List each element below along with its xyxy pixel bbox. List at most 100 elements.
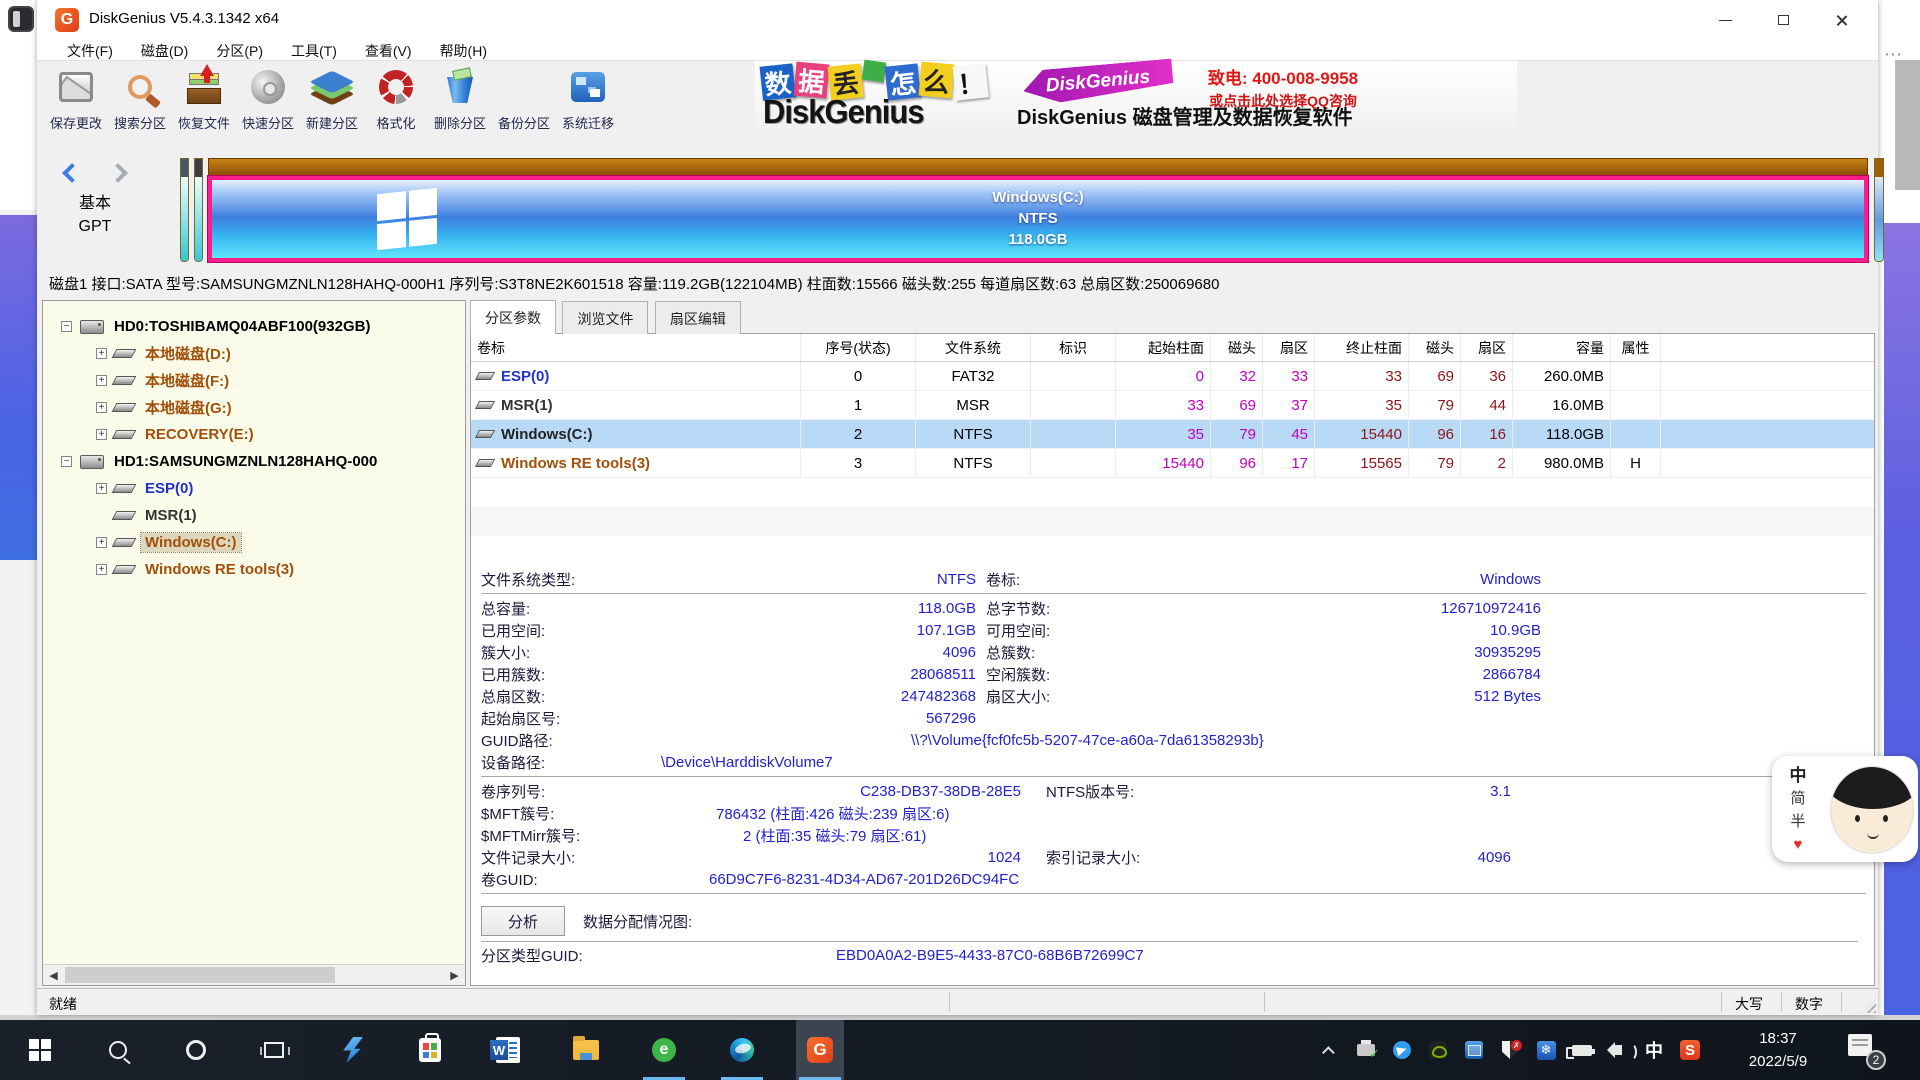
menu-tools[interactable]: 工具(T) <box>277 40 351 60</box>
tray-360[interactable]: ❄ <box>1529 1020 1563 1080</box>
tree-item[interactable]: +ESP(0) <box>43 475 465 502</box>
tray-volume[interactable] <box>1601 1020 1635 1080</box>
column-header[interactable]: 卷标 <box>471 334 801 361</box>
tree-item[interactable]: +本地磁盘(G:) <box>43 394 465 421</box>
format-button[interactable]: 格式化 <box>365 65 427 149</box>
column-header[interactable]: 扇区 <box>1461 334 1513 361</box>
menu-file[interactable]: 文件(F) <box>53 40 127 60</box>
tree-item[interactable]: +本地磁盘(D:) <box>43 340 465 367</box>
collapse-icon[interactable]: − <box>61 321 72 332</box>
partition-icon <box>112 484 137 493</box>
expand-icon[interactable]: + <box>96 537 107 548</box>
tab-browse-files[interactable]: 浏览文件 <box>562 301 648 334</box>
tray-messenger[interactable] <box>1385 1020 1419 1080</box>
tree-item[interactable]: +Windows RE tools(3) <box>43 556 465 583</box>
start-button[interactable] <box>16 1020 64 1080</box>
cortana-button[interactable] <box>172 1020 220 1080</box>
column-header[interactable]: 扇区 <box>1263 334 1315 361</box>
column-header[interactable]: 磁头 <box>1211 334 1263 361</box>
table-row[interactable]: MSR(1)1MSR33693735794416.0MB <box>471 391 1874 420</box>
quick-partition-button[interactable]: 快速分区 <box>237 65 299 149</box>
tree-item[interactable]: +RECOVERY(E:) <box>43 421 465 448</box>
action-center-button[interactable]: 2 <box>1848 1034 1878 1064</box>
tree-horizontal-scrollbar[interactable]: ◀ ▶ <box>43 964 465 985</box>
new-partition-button[interactable]: 新建分区 <box>301 65 363 149</box>
scroll-right-icon[interactable]: ▶ <box>444 965 465 985</box>
expand-icon[interactable]: + <box>96 348 107 359</box>
taskbar-clock[interactable]: 18:37 2022/5/9 <box>1726 1027 1830 1073</box>
thunder-app-button[interactable] <box>328 1020 376 1080</box>
tray-printer[interactable] <box>1349 1020 1383 1080</box>
maximize-button[interactable] <box>1754 0 1812 40</box>
prev-disk-icon[interactable] <box>62 163 82 183</box>
ime-halfwidth-toggle[interactable]: 半 <box>1786 810 1810 833</box>
tray-ime-mode[interactable]: 中 <box>1637 1020 1671 1080</box>
tree-item[interactable]: −HD1:SAMSUNGMZNLN128HAHQ-000 <box>43 448 465 475</box>
menu-disk[interactable]: 磁盘(D) <box>127 40 202 60</box>
tray-intel-graphics[interactable] <box>1457 1020 1491 1080</box>
menu-help[interactable]: 帮助(H) <box>426 40 501 60</box>
save-changes-button[interactable]: 保存更改 <box>45 65 107 149</box>
detail-value: 512 Bytes <box>1221 688 1541 705</box>
tree-item[interactable]: +本地磁盘(F:) <box>43 367 465 394</box>
column-header[interactable]: 文件系统 <box>916 334 1031 361</box>
diskgenius-taskbar-button[interactable]: G <box>796 1020 844 1080</box>
partition-block-msr[interactable] <box>194 158 203 262</box>
recover-files-button[interactable]: 恢复文件 <box>173 65 235 149</box>
expand-icon[interactable]: + <box>96 483 107 494</box>
tree-item[interactable]: MSR(1) <box>43 502 465 529</box>
menu-view[interactable]: 查看(V) <box>351 40 426 60</box>
table-row[interactable]: Windows(C:)2NTFS357945154409616118.0GB <box>471 420 1874 449</box>
tray-security[interactable]: ✗ <box>1493 1020 1527 1080</box>
table-row[interactable]: ESP(0)0FAT3203233336936260.0MB <box>471 362 1874 391</box>
ime-mascot-avatar[interactable] <box>1830 766 1914 854</box>
expand-icon[interactable]: + <box>96 375 107 386</box>
column-header[interactable]: 属性 <box>1611 334 1661 361</box>
tray-battery[interactable] <box>1565 1020 1599 1080</box>
word-button[interactable] <box>484 1020 532 1080</box>
partition-block-re-tools[interactable] <box>1874 158 1884 262</box>
file-explorer-button[interactable] <box>562 1020 610 1080</box>
table-row[interactable]: Windows RE tools(3)3NTFS1544096171556579… <box>471 449 1874 478</box>
tree-item[interactable]: −HD0:TOSHIBAMQ04ABF100(932GB) <box>43 313 465 340</box>
column-header[interactable]: 终止柱面 <box>1315 334 1409 361</box>
search-partition-button[interactable]: 搜索分区 <box>109 65 171 149</box>
ime-favorite-icon[interactable]: ♥ <box>1786 833 1810 856</box>
tab-sector-edit[interactable]: 扇区编辑 <box>655 301 741 334</box>
expand-icon[interactable]: + <box>96 429 107 440</box>
taskbar-search-button[interactable] <box>94 1020 142 1080</box>
tray-expand-button[interactable] <box>1313 1020 1347 1080</box>
expand-icon[interactable]: + <box>96 402 107 413</box>
ad-banner[interactable]: 数据丢怎么！ DiskGenius 致电: 400-008-9958 或点击此处… <box>755 61 1517 128</box>
column-header[interactable]: 起始柱面 <box>1116 334 1211 361</box>
ime-simplified-toggle[interactable]: 简 <box>1786 787 1810 810</box>
browser-360-button[interactable]: e <box>640 1020 688 1080</box>
tab-partition-parameters[interactable]: 分区参数 <box>470 300 556 334</box>
task-view-button[interactable] <box>250 1020 298 1080</box>
tree-item[interactable]: +Windows(C:) <box>43 529 465 556</box>
tray-sogou[interactable]: S <box>1673 1020 1707 1080</box>
menu-partition[interactable]: 分区(P) <box>202 40 277 60</box>
backup-partition-button[interactable]: 备份分区 <box>493 65 555 149</box>
system-migration-button[interactable]: 系统迁移 <box>557 65 619 149</box>
column-header[interactable]: 磁头 <box>1409 334 1461 361</box>
close-button[interactable] <box>1812 0 1870 40</box>
column-header[interactable]: 容量 <box>1513 334 1611 361</box>
column-header[interactable]: 序号(状态) <box>801 334 916 361</box>
scrollbar-thumb[interactable] <box>65 967 335 983</box>
tray-nvidia[interactable] <box>1421 1020 1455 1080</box>
next-disk-icon[interactable] <box>108 163 128 183</box>
delete-partition-button[interactable]: 删除分区 <box>429 65 491 149</box>
collapse-icon[interactable]: − <box>61 456 72 467</box>
scroll-left-icon[interactable]: ◀ <box>43 965 64 985</box>
partition-block-esp[interactable] <box>180 158 189 262</box>
resize-grip[interactable] <box>1862 999 1876 1013</box>
microsoft-store-button[interactable] <box>406 1020 454 1080</box>
edge-button[interactable] <box>718 1020 766 1080</box>
partition-block-windows-c[interactable]: Windows(C:) NTFS 118.0GB <box>208 158 1868 262</box>
expand-icon[interactable]: + <box>96 564 107 575</box>
minimize-button[interactable] <box>1696 0 1754 40</box>
ime-chinese-toggle[interactable]: 中 <box>1786 764 1810 787</box>
column-header[interactable]: 标识 <box>1031 334 1116 361</box>
analyze-button[interactable]: 分析 <box>481 906 565 936</box>
